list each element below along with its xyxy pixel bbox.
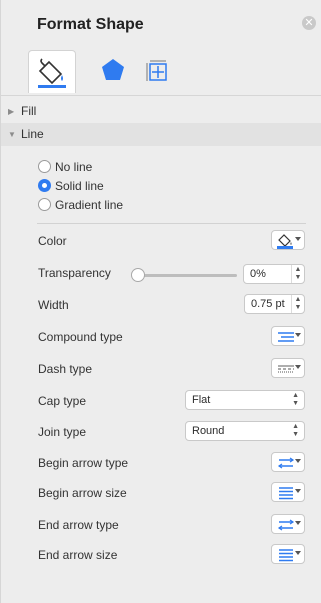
options-divider: [37, 223, 306, 224]
transparency-stepper[interactable]: 0% ▲ ▼: [243, 264, 305, 284]
chevron-down-icon: [295, 489, 301, 493]
size-properties-icon: [146, 60, 167, 81]
radio-button[interactable]: [38, 198, 51, 211]
width-value[interactable]: 0.75 pt: [251, 295, 285, 313]
stepper-arrows-icon[interactable]: ▲ ▼: [291, 295, 304, 313]
pane-header: Format Shape ✕: [1, 0, 321, 95]
dash-type-label: Dash type: [38, 362, 93, 376]
section-line-label: Line: [21, 127, 44, 141]
transparency-label: Transparency: [38, 266, 111, 280]
pane-title: Format Shape: [37, 16, 144, 33]
width-stepper[interactable]: 0.75 pt ▲ ▼: [244, 294, 305, 314]
header-divider: [1, 95, 321, 96]
radio-label: Gradient line: [55, 198, 124, 212]
paint-bucket-icon: [277, 234, 293, 249]
transparency-value[interactable]: 0%: [250, 265, 266, 283]
radio-label: No line: [55, 160, 93, 174]
join-type-select[interactable]: Round ▲ ▼: [185, 421, 305, 441]
arrow-size-icon: [279, 549, 293, 562]
dash-lines-icon: [278, 365, 294, 373]
begin-arrow-size-button[interactable]: [271, 482, 305, 502]
paint-bucket-icon: [38, 58, 66, 88]
arrow-size-icon: [279, 487, 293, 500]
format-shape-pane: Format Shape ✕ ▶ Fill ▼ Line No line Sol…: [0, 0, 321, 603]
color-picker-button[interactable]: [271, 230, 305, 250]
section-fill-label: Fill: [21, 104, 37, 118]
join-type-value: Round: [192, 425, 225, 437]
radio-button[interactable]: [38, 160, 51, 173]
chevron-updown-icon: ▲ ▼: [292, 423, 299, 438]
end-arrow-type-button[interactable]: [271, 514, 305, 534]
chevron-down-icon: [295, 365, 301, 369]
stepper-arrows-icon[interactable]: ▲ ▼: [291, 265, 304, 283]
begin-arrow-type-button[interactable]: [271, 452, 305, 472]
begin-arrow-type-label: Begin arrow type: [38, 456, 129, 470]
tab-effects[interactable]: [93, 50, 133, 92]
end-arrow-size-label: End arrow size: [38, 548, 118, 562]
arrow-type-icon: [277, 519, 295, 531]
pentagon-icon: [102, 59, 124, 80]
compound-type-label: Compound type: [38, 330, 123, 344]
end-arrow-type-label: End arrow type: [38, 518, 119, 532]
radio-button-selected[interactable]: [38, 179, 51, 192]
color-label: Color: [38, 234, 67, 248]
section-line-header[interactable]: ▼ Line: [1, 123, 321, 146]
transparency-slider-handle[interactable]: [131, 268, 145, 282]
cap-type-label: Cap type: [38, 394, 87, 408]
triangle-right-icon: ▶: [8, 107, 15, 116]
compound-lines-icon: [278, 332, 294, 342]
chevron-down-icon: [295, 521, 301, 525]
chevron-down-icon: [295, 459, 301, 463]
compound-type-button[interactable]: [271, 326, 305, 346]
triangle-down-icon: ▼: [8, 130, 16, 139]
dash-type-button[interactable]: [271, 358, 305, 378]
section-fill-header[interactable]: ▶ Fill: [1, 100, 321, 123]
chevron-down-icon: [295, 333, 301, 337]
cap-type-select[interactable]: Flat ▲ ▼: [185, 390, 305, 410]
cap-type-value: Flat: [192, 394, 211, 406]
chevron-down-icon: [295, 551, 301, 555]
chevron-updown-icon: ▲ ▼: [292, 392, 299, 407]
tab-size-and-properties[interactable]: [137, 50, 177, 92]
radio-label: Solid line: [55, 179, 104, 193]
arrow-type-icon: [277, 457, 295, 469]
join-type-label: Join type: [38, 425, 87, 439]
end-arrow-size-button[interactable]: [271, 544, 305, 564]
transparency-slider[interactable]: [137, 274, 237, 277]
close-icon[interactable]: ✕: [302, 16, 316, 30]
begin-arrow-size-label: Begin arrow size: [38, 486, 127, 500]
width-label: Width: [38, 298, 69, 312]
tab-fill-and-line[interactable]: [28, 50, 76, 93]
chevron-down-icon: [295, 237, 301, 241]
